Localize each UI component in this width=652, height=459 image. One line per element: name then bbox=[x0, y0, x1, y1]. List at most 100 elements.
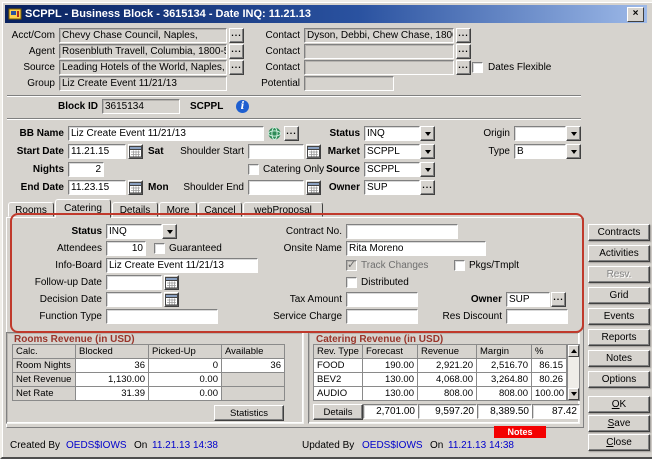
tab-details[interactable]: Details bbox=[112, 202, 158, 217]
source-code-field[interactable]: SCPPL bbox=[364, 162, 420, 177]
catering-table-scrollbar[interactable] bbox=[567, 344, 580, 401]
guaranteed-checkbox[interactable] bbox=[154, 243, 165, 254]
start-date-calendar-button[interactable] bbox=[128, 144, 143, 159]
decision-calendar-button[interactable] bbox=[164, 292, 179, 307]
service-charge-field[interactable] bbox=[346, 309, 418, 324]
origin-field[interactable] bbox=[514, 126, 566, 141]
shoulder-end-field[interactable] bbox=[248, 180, 304, 195]
market-field[interactable]: SCPPL bbox=[364, 144, 420, 159]
chevron-down-icon bbox=[571, 150, 577, 154]
updated-on-value: 11.21.13 14:38 bbox=[448, 438, 528, 453]
dates-flexible-checkbox[interactable] bbox=[472, 62, 483, 73]
source-dropdown-button[interactable] bbox=[420, 162, 435, 177]
contracts-button[interactable]: Contracts bbox=[588, 224, 650, 241]
group-field[interactable]: Liz Create Event 11/21/13 bbox=[59, 76, 227, 91]
save-button[interactable]: Save bbox=[588, 415, 650, 432]
agent-lookup-button[interactable]: ... bbox=[229, 44, 244, 59]
statistics-button[interactable]: Statistics bbox=[214, 405, 284, 421]
catering-status-field[interactable]: INQ bbox=[106, 224, 162, 239]
decision-date-field[interactable] bbox=[106, 292, 162, 307]
attendees-field[interactable]: 10 bbox=[106, 241, 146, 256]
distributed-checkbox[interactable] bbox=[346, 277, 357, 288]
options-button[interactable]: Options bbox=[588, 371, 650, 388]
catering-owner-lookup-button[interactable]: ... bbox=[551, 292, 566, 307]
origin-dropdown-button[interactable] bbox=[566, 126, 581, 141]
rev-type-bev2[interactable]: BEV2 bbox=[314, 373, 362, 386]
acct-com-lookup-button[interactable]: ... bbox=[229, 28, 244, 43]
rooms-revenue-table: Calc. Blocked Picked-Up Available Room N… bbox=[12, 344, 285, 401]
scrollbar-track[interactable] bbox=[568, 357, 579, 388]
agent-label: Agent bbox=[6, 44, 55, 59]
activities-button[interactable]: Activities bbox=[588, 245, 650, 262]
info-icon[interactable]: i bbox=[236, 100, 249, 113]
nights-field[interactable]: 2 bbox=[68, 162, 104, 177]
shoulder-start-field[interactable] bbox=[248, 144, 304, 159]
tab-more[interactable]: More bbox=[159, 202, 197, 217]
market-dropdown-button[interactable] bbox=[420, 144, 435, 159]
scroll-down-button[interactable] bbox=[568, 388, 579, 400]
status-dropdown-button[interactable] bbox=[420, 126, 435, 141]
tab-rooms[interactable]: Rooms bbox=[8, 202, 54, 217]
source-contact-lookup-button[interactable]: ... bbox=[456, 60, 471, 75]
function-type-field[interactable] bbox=[106, 309, 218, 324]
onsite-name-field[interactable]: Rita Moreno bbox=[346, 241, 486, 256]
source-account-field[interactable]: Leading Hotels of the World, Naples, bbox=[59, 60, 227, 75]
agent-contact-field[interactable] bbox=[304, 44, 454, 59]
close-button[interactable]: × bbox=[627, 7, 644, 22]
owner-field[interactable]: SUP bbox=[364, 180, 420, 195]
net-revenue-available bbox=[222, 373, 284, 386]
shoulder-start-label: Shoulder Start bbox=[152, 144, 244, 159]
catering-owner-field[interactable]: SUP bbox=[506, 292, 550, 307]
followup-calendar-button[interactable] bbox=[164, 275, 179, 290]
source-lookup-button[interactable]: ... bbox=[229, 60, 244, 75]
calc-button[interactable]: Calc. bbox=[13, 345, 75, 358]
type-field[interactable]: B bbox=[514, 144, 566, 159]
reports-button[interactable]: Reports bbox=[588, 329, 650, 346]
acct-com-field[interactable]: Chevy Chase Council, Naples, bbox=[59, 28, 227, 43]
end-date-calendar-button[interactable] bbox=[128, 180, 143, 195]
rev-type-audio[interactable]: AUDIO bbox=[314, 387, 362, 400]
notes-button[interactable]: Notes bbox=[588, 350, 650, 367]
shoulder-end-calendar-button[interactable] bbox=[306, 180, 321, 195]
ok-button[interactable]: OK bbox=[588, 396, 650, 413]
close-window-button[interactable]: Close bbox=[588, 434, 650, 451]
tab-catering[interactable]: Catering bbox=[55, 199, 111, 218]
tab-webproposal[interactable]: webProposal bbox=[243, 202, 323, 217]
type-dropdown-button[interactable] bbox=[566, 144, 581, 159]
end-date-field[interactable]: 11.23.15 bbox=[68, 180, 126, 195]
details-button[interactable]: Details bbox=[313, 404, 363, 420]
row-label-net-rate: Net Rate bbox=[13, 387, 75, 400]
tax-amount-field[interactable] bbox=[346, 292, 418, 307]
status-field[interactable]: INQ bbox=[364, 126, 420, 141]
followup-date-field[interactable] bbox=[106, 275, 162, 290]
acct-contact-lookup-button[interactable]: ... bbox=[456, 28, 471, 43]
shoulder-start-calendar-button[interactable] bbox=[306, 144, 321, 159]
tab-cancel[interactable]: Cancel bbox=[198, 202, 242, 217]
events-button[interactable]: Events bbox=[588, 308, 650, 325]
start-date-field[interactable]: 11.21.15 bbox=[68, 144, 126, 159]
contract-no-field[interactable] bbox=[346, 224, 458, 239]
scroll-up-button[interactable] bbox=[568, 345, 579, 357]
catering-status-dropdown-button[interactable] bbox=[162, 224, 177, 239]
agent-contact-label: Contact bbox=[252, 44, 300, 59]
service-charge-label: Service Charge bbox=[242, 309, 342, 324]
grid-button[interactable]: Grid bbox=[588, 287, 650, 304]
pkgs-tmplt-checkbox[interactable] bbox=[454, 260, 465, 271]
created-on-label: On bbox=[134, 438, 150, 453]
acct-contact-field[interactable]: Dyson, Debbi, Chew Chase, 1800-123 bbox=[304, 28, 454, 43]
info-board-field[interactable]: Liz Create Event 11/21/13 bbox=[106, 258, 258, 273]
agent-contact-lookup-button[interactable]: ... bbox=[456, 44, 471, 59]
food-percent: 86.15 bbox=[532, 359, 566, 372]
owner-lookup-button[interactable]: ... bbox=[420, 180, 435, 195]
source-account-label: Source bbox=[6, 60, 55, 75]
bb-name-lookup-button[interactable]: ... bbox=[284, 126, 299, 141]
source-code-label: Source bbox=[324, 162, 360, 177]
rev-type-food[interactable]: FOOD bbox=[314, 359, 362, 372]
agent-field[interactable]: Rosenbluth Travell, Columbia, 1800-5 bbox=[59, 44, 227, 59]
bb-name-field[interactable]: Liz Create Event 11/21/13 bbox=[68, 126, 264, 141]
potential-field[interactable] bbox=[304, 76, 394, 91]
globe-icon[interactable] bbox=[267, 126, 282, 144]
source-contact-field[interactable] bbox=[304, 60, 454, 75]
res-discount-field[interactable] bbox=[506, 309, 568, 324]
catering-only-checkbox[interactable] bbox=[248, 164, 259, 175]
